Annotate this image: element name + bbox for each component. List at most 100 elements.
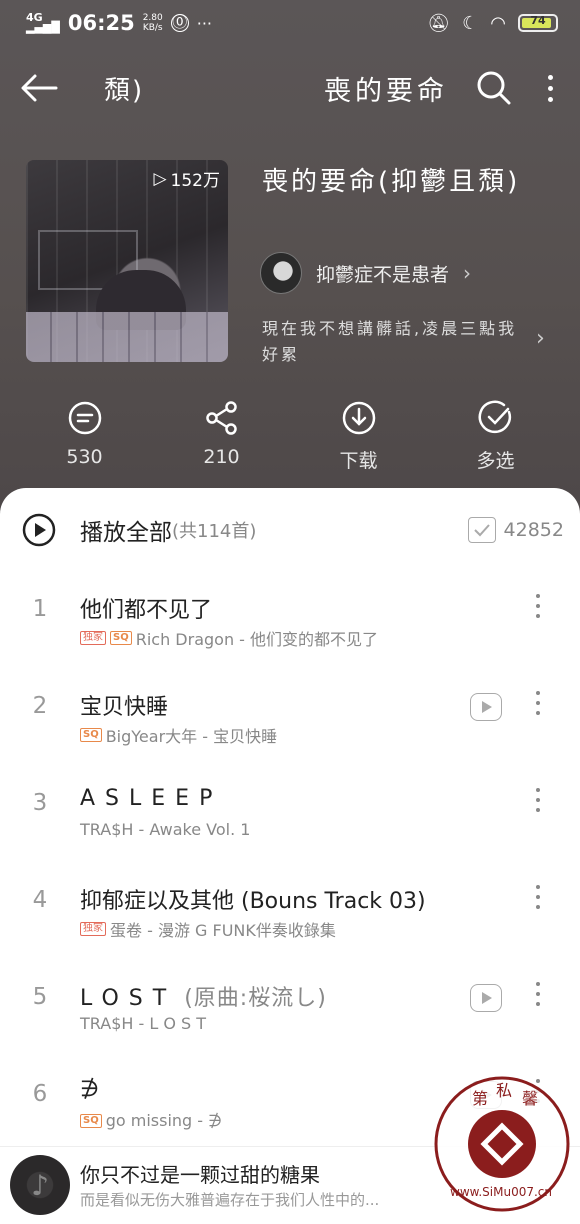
play-count: ▷ 152万 xyxy=(153,168,220,192)
song-index: 6 xyxy=(32,1081,48,1107)
now-playing-subtitle: 而是看似无伤大雅普遍存在于我们人性中的... xyxy=(80,1191,380,1209)
artist-album: 蛋卷 - 漫游 G FUNK伴奏收錄集 xyxy=(110,921,336,940)
album-disc-icon[interactable]: ♪ xyxy=(10,1155,70,1215)
artist-album: TRA$H - Awake Vol. 1 xyxy=(80,820,251,839)
song-index: 3 xyxy=(32,790,48,816)
song-meta: TRA$H - Awake Vol. 1 xyxy=(80,820,250,839)
song-row[interactable]: 3 ASLEEP TRA$H - Awake Vol. 1 xyxy=(0,760,580,857)
scrolling-title: 頹) xyxy=(104,75,145,106)
playlist-title: 喪的要命(抑鬱且頹) xyxy=(262,167,521,197)
video-play-icon xyxy=(482,701,492,713)
moon-icon: ☾ xyxy=(462,12,479,34)
song-more-button[interactable] xyxy=(536,594,540,618)
share-count: 210 xyxy=(203,446,240,468)
battery-icon: 74 xyxy=(518,14,558,32)
back-arrow-icon xyxy=(21,74,58,102)
page-title: 喪的要命 xyxy=(324,75,448,107)
now-playing-title: 你只不过是一颗过甜的糖果 xyxy=(80,1163,320,1187)
playlist-header: 4G ▂▄▆█ 06:25 2.80 KB/s ⓪ ··· 🔕︎ ☾ ◠ 74 頹)… xyxy=(0,0,580,530)
video-play-icon xyxy=(482,992,492,1004)
svg-text:www.SiMu007.cn: www.SiMu007.cn xyxy=(450,1185,552,1199)
song-more-button[interactable] xyxy=(536,982,540,1006)
song-list: 1 他们都不见了 独家 SQ Rich Dragon - 他们变的都不见了 2 宝贝快睡 SQ… xyxy=(0,566,580,1148)
play-all-row[interactable]: 播放全部 (共114首) 42852 xyxy=(22,510,564,550)
nav-bar: 頹) 喪的要命 xyxy=(20,62,560,114)
action-row: 530 210 下载 多选 xyxy=(16,400,564,473)
search-icon xyxy=(477,71,511,105)
avatar xyxy=(260,252,302,294)
play-circle-icon xyxy=(22,513,56,547)
share-button[interactable]: 210 xyxy=(162,400,282,473)
comment-button[interactable]: 530 xyxy=(25,400,145,473)
author-link[interactable]: 抑鬱症不是患者 › xyxy=(260,252,471,294)
song-index: 1 xyxy=(32,596,48,622)
watermark-stamp: 第 私 馨 www.SiMu007.cn xyxy=(434,1076,570,1212)
artist-album: BigYear大年 - 宝贝快睡 xyxy=(105,727,278,746)
mv-play-button[interactable] xyxy=(470,693,502,721)
more-status-icon: ··· xyxy=(196,13,213,33)
playlist-cover[interactable]: ▷ 152万 xyxy=(26,160,228,362)
svg-text:馨: 馨 xyxy=(522,1089,538,1108)
exclusive-badge: 独家 xyxy=(80,631,106,645)
song-row[interactable]: 4 抑郁症以及其他 (Bouns Track 03) 独家 蛋卷 - 漫游 G FUN… xyxy=(0,857,580,954)
signal-icon: 4G ▂▄▆█ xyxy=(26,11,60,34)
artist-album: TRA$H - L O S T xyxy=(80,1014,207,1033)
play-all-label: 播放全部 xyxy=(80,520,172,546)
song-meta: SQ BigYear大年 - 宝贝快睡 xyxy=(80,723,277,747)
multiselect-button[interactable]: 多选 xyxy=(436,400,556,473)
song-row[interactable]: 2 宝贝快睡 SQ BigYear大年 - 宝贝快睡 xyxy=(0,663,580,760)
download-button[interactable]: 下载 xyxy=(299,400,419,473)
song-index: 2 xyxy=(32,693,48,719)
artist-album: Rich Dragon - 他们变的都不见了 xyxy=(135,630,379,649)
song-meta: 独家 SQ Rich Dragon - 他们变的都不见了 xyxy=(80,626,378,650)
play-icon: ▷ xyxy=(153,168,167,189)
svg-text:第: 第 xyxy=(472,1089,488,1108)
chevron-right-icon: › xyxy=(536,326,545,351)
svg-text:私: 私 xyxy=(496,1081,512,1100)
hd-icon: ⓪ xyxy=(170,13,189,32)
song-index: 4 xyxy=(32,887,48,913)
song-meta: 独家 蛋卷 - 漫游 G FUNK伴奏收錄集 xyxy=(80,917,336,941)
author-name: 抑鬱症不是患者 xyxy=(316,263,450,286)
song-index: 5 xyxy=(32,984,48,1010)
song-more-button[interactable] xyxy=(536,691,540,715)
checkbox-icon xyxy=(467,517,496,543)
song-title-suffix: (原曲:桜流し) xyxy=(176,986,327,1011)
song-title: ASLEEP xyxy=(80,786,223,811)
playlist-description[interactable]: 現在我不想講髒話,凌晨三點我好累 xyxy=(262,316,532,368)
download-label: 下载 xyxy=(339,450,378,472)
sq-badge: SQ xyxy=(80,728,102,742)
back-button[interactable] xyxy=(20,64,68,112)
mute-icon: 🔕︎ xyxy=(427,12,451,34)
song-title: 抑郁症以及其他 (Bouns Track 03) xyxy=(80,889,426,914)
wifi-icon: ◠ xyxy=(490,12,506,34)
chevron-right-icon: › xyxy=(463,261,472,285)
song-more-button[interactable] xyxy=(536,885,540,909)
status-time: 06:25 xyxy=(67,11,135,35)
multiselect-label: 多选 xyxy=(476,450,515,472)
comment-icon xyxy=(68,401,101,435)
song-title: 他们都不见了 xyxy=(80,598,213,623)
comment-count: 530 xyxy=(66,446,103,468)
download-icon xyxy=(342,401,375,435)
sq-badge: SQ xyxy=(110,631,132,645)
status-bar: 4G ▂▄▆█ 06:25 2.80 KB/s ⓪ ··· 🔕︎ ☾ ◠ 74 xyxy=(26,8,558,38)
song-title: ∌ xyxy=(80,1077,100,1102)
song-more-button[interactable] xyxy=(536,788,540,812)
song-count: (共114首) xyxy=(172,521,257,542)
mv-play-button[interactable] xyxy=(470,984,502,1012)
share-icon xyxy=(205,401,237,435)
network-speed: 2.80 KB/s xyxy=(142,13,163,33)
sq-badge: SQ xyxy=(80,1113,102,1128)
favorite-button[interactable]: 42852 xyxy=(467,517,564,543)
artist-album: go missing - ∌ xyxy=(105,1111,223,1130)
favorite-count: 42852 xyxy=(503,519,564,541)
search-button[interactable] xyxy=(472,66,516,110)
song-meta: SQ go missing - ∌ xyxy=(80,1111,222,1130)
more-menu-button[interactable] xyxy=(540,74,560,102)
song-title: LOST (原曲:桜流し) xyxy=(80,986,327,1011)
song-row[interactable]: 5 LOST (原曲:桜流し) TRA$H - L O S T xyxy=(0,954,580,1051)
song-title: 宝贝快睡 xyxy=(80,695,169,720)
song-row[interactable]: 1 他们都不见了独家 SQ Rich Dragon - 他们变的都不见了 xyxy=(0,566,580,663)
multiselect-icon xyxy=(478,400,511,434)
